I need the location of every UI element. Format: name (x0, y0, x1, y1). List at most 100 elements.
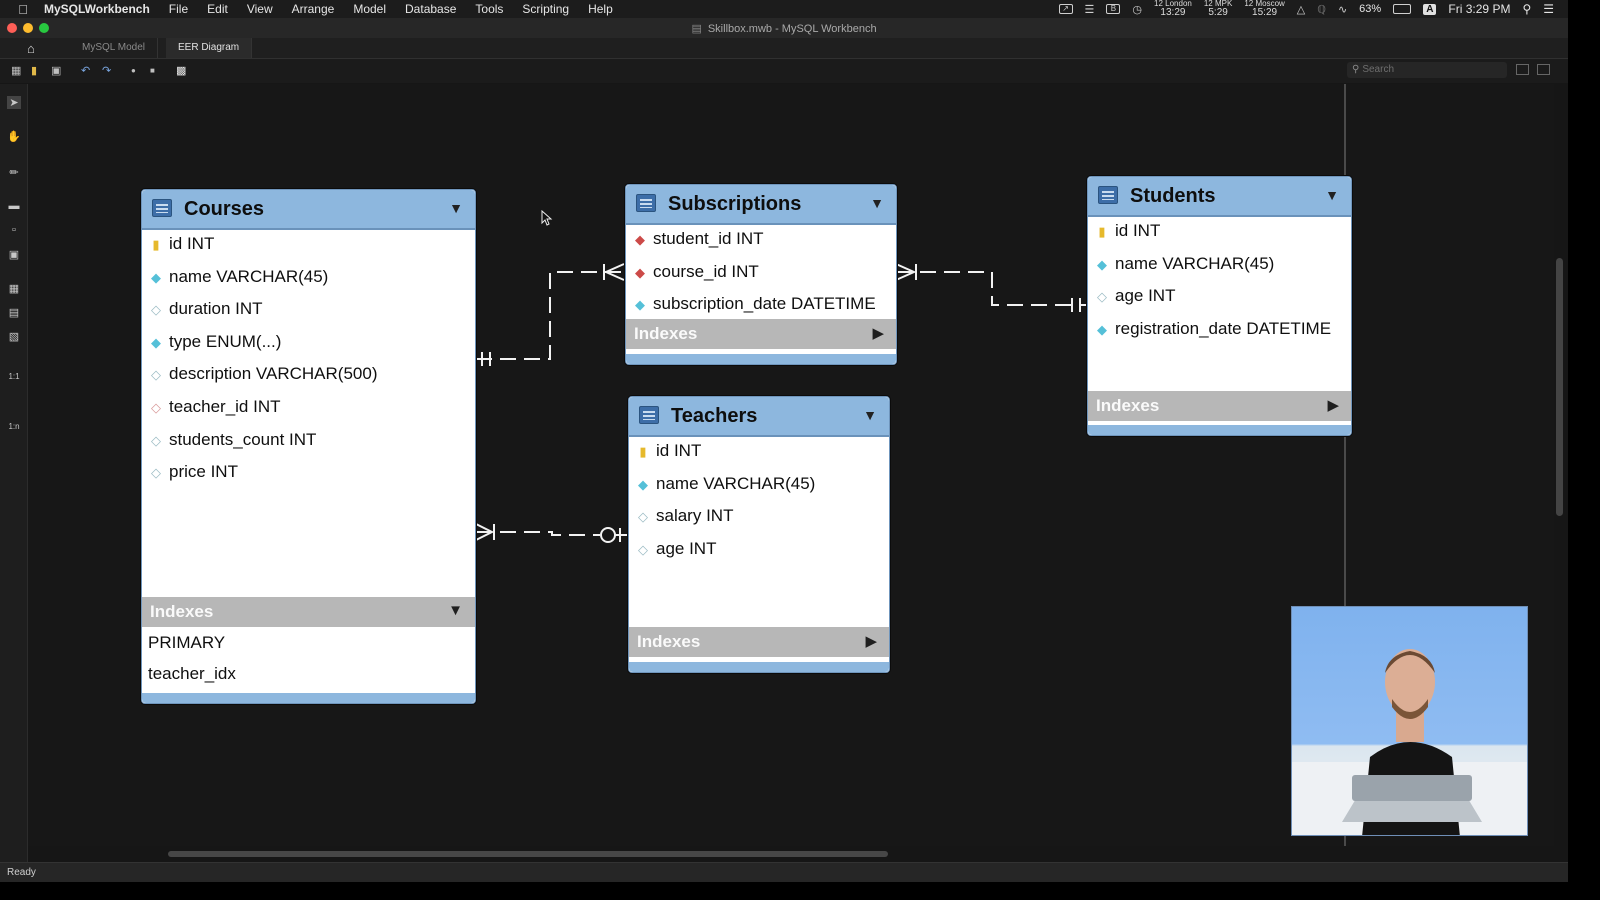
column-row[interactable]: ◆ name VARCHAR(45) (150, 262, 328, 292)
tab-eer-diagram[interactable]: EER Diagram (166, 38, 253, 58)
save-icon[interactable]: ▣ (51, 64, 61, 77)
clock-mpk[interactable]: 12 MPK 5:29 (1204, 0, 1232, 18)
pointer-tool-icon[interactable]: ➤ (7, 96, 21, 109)
note-tool-icon[interactable]: ▫ (7, 224, 21, 236)
collapse-arrow-icon[interactable]: ▼ (448, 602, 463, 619)
notification-center-icon[interactable]: ☰ (1543, 2, 1554, 16)
timer-icon[interactable]: ◷ (1132, 3, 1142, 16)
wifi-icon[interactable]: ∿ (1338, 3, 1347, 16)
column-row[interactable]: ◇ students_count INT (150, 425, 316, 455)
menu-database[interactable]: Database (405, 2, 456, 16)
airplay-icon[interactable]: △ (1297, 3, 1305, 16)
column-row[interactable]: ◇ teacher_id INT (150, 392, 281, 422)
menu-edit[interactable]: Edit (207, 2, 228, 16)
column-row[interactable]: ◇ description VARCHAR(500) (150, 359, 377, 389)
battery-icon[interactable] (1393, 4, 1412, 14)
column-row[interactable]: ◆ name VARCHAR(45) (1096, 249, 1274, 279)
screen-icon[interactable]: ↗ (1058, 4, 1073, 14)
new-document-icon[interactable]: ▦ (11, 64, 21, 77)
indexes-section-header[interactable]: Indexes ▶ (626, 319, 896, 349)
toggle-secondary-sidebar-icon[interactable] (1537, 64, 1550, 75)
table-icon (636, 194, 656, 212)
column-row[interactable]: ◆ name VARCHAR(45) (637, 469, 815, 499)
indexes-section-header[interactable]: Indexes ▶ (1088, 391, 1351, 421)
column-row[interactable]: ◇ age INT (1096, 281, 1175, 311)
horizontal-scrollbar[interactable] (168, 851, 888, 857)
collapse-arrow-icon[interactable]: ▼ (1325, 187, 1339, 203)
column-row[interactable]: ◆ course_id INT (634, 257, 759, 287)
menu-model[interactable]: Model (353, 2, 386, 16)
indexes-section-header[interactable]: Indexes ▶ (629, 627, 889, 657)
column-row[interactable]: ◇ price INT (150, 457, 238, 487)
expand-arrow-icon[interactable]: ▶ (872, 324, 884, 342)
menubar-datetime[interactable]: Fri 3:29 PM (1448, 2, 1510, 16)
menu-view[interactable]: View (247, 2, 273, 16)
open-folder-icon[interactable]: ▮ (31, 64, 37, 77)
bluetooth-icon[interactable]: ℚ (1317, 3, 1326, 16)
table-tool-icon[interactable]: ▦ (7, 282, 21, 295)
relationship-1-1-icon[interactable]: 1:1 (7, 372, 21, 381)
undo-icon[interactable]: ↶ (81, 64, 90, 77)
index-row[interactable]: PRIMARY (148, 628, 225, 658)
column-row[interactable]: ◆ type ENUM(...) (150, 327, 281, 357)
toggle-sidebar-icon[interactable] (1516, 64, 1529, 75)
spotlight-icon[interactable]: ⚲ (1522, 2, 1531, 16)
table-header[interactable]: Courses ▼ (142, 190, 475, 230)
column-row[interactable]: ◇ salary INT (637, 501, 733, 531)
column-row[interactable]: ◆ registration_date DATETIME (1096, 314, 1331, 344)
expand-arrow-icon[interactable]: ▶ (1327, 396, 1339, 414)
primary-key-icon: ▮ (152, 236, 160, 252)
apple-icon[interactable]:  (16, 2, 30, 17)
clock-london[interactable]: 12 London 13:29 (1154, 0, 1192, 18)
vertical-scrollbar[interactable] (1556, 258, 1563, 516)
table-subscriptions[interactable]: Subscriptions ▼ ◆ student_id INT ◆ course_… (625, 184, 897, 365)
collapse-arrow-icon[interactable]: ▼ (863, 407, 877, 423)
column-row[interactable]: ◇ age INT (637, 534, 716, 564)
align-icon[interactable]: ■ (150, 66, 155, 75)
column-row[interactable]: ▮ id INT (150, 229, 214, 259)
clock-moscow[interactable]: 12 Moscow 15:29 (1244, 0, 1284, 18)
expand-arrow-icon[interactable]: ▶ (865, 632, 877, 650)
menu-scripting[interactable]: Scripting (522, 2, 569, 16)
table-teachers[interactable]: Teachers ▼ ▮ id INT ◆ name VARCHAR(45) ◇ sa… (628, 396, 890, 673)
collapse-arrow-icon[interactable]: ▼ (449, 200, 463, 216)
battery-percent[interactable]: 63% (1359, 3, 1381, 15)
column-row[interactable]: ▮ id INT (637, 436, 701, 466)
home-icon[interactable]: ⌂ (27, 41, 35, 56)
layer-tool-icon[interactable]: ▬ (7, 200, 21, 212)
toggle-grid-icon[interactable]: ● (131, 66, 136, 75)
menu-file[interactable]: File (169, 2, 188, 16)
export-icon[interactable]: ▩ (176, 64, 186, 77)
bt-app-icon[interactable]: B (1106, 4, 1121, 14)
view-tool-icon[interactable]: ▤ (7, 306, 21, 319)
relationship-1-n-icon[interactable]: 1:n (7, 422, 21, 431)
column-row[interactable]: ◆ subscription_date DATETIME (634, 289, 876, 319)
image-tool-icon[interactable]: ▣ (7, 248, 21, 261)
input-source[interactable]: A (1423, 3, 1437, 15)
table-header[interactable]: Students ▼ (1088, 177, 1351, 217)
column-row[interactable]: ◆ student_id INT (634, 224, 764, 254)
table-courses[interactable]: Courses ▼ ▮ id INT ◆ name VARCHAR(45) ◇ dur… (141, 189, 476, 704)
table-header[interactable]: Teachers ▼ (629, 397, 889, 437)
index-row[interactable]: teacher_idx (148, 659, 236, 689)
tab-mysql-model[interactable]: MySQL Model (70, 38, 158, 58)
redo-icon[interactable]: ↷ (102, 64, 111, 77)
column-row[interactable]: ◇ duration INT (150, 294, 263, 324)
table-header[interactable]: Subscriptions ▼ (626, 185, 896, 225)
table-footer (1088, 425, 1351, 435)
indexes-section-header[interactable]: Indexes ▼ (142, 597, 475, 627)
menu-help[interactable]: Help (588, 2, 613, 16)
eraser-tool-icon[interactable]: ✏ (7, 166, 21, 179)
menu-arrange[interactable]: Arrange (292, 2, 335, 16)
tab-bar: ⌂ MySQL Model EER Diagram (0, 38, 1568, 59)
routine-tool-icon[interactable]: ▧ (7, 330, 21, 343)
column-row[interactable]: ▮ id INT (1096, 216, 1160, 246)
docker-icon[interactable]: ☰ (1085, 3, 1095, 16)
table-students[interactable]: Students ▼ ▮ id INT ◆ name VARCHAR(45) ◇ ag… (1087, 176, 1352, 436)
menu-app-name[interactable]: MySQLWorkbench (44, 2, 150, 16)
status-bar: Ready (0, 862, 1568, 882)
hand-tool-icon[interactable]: ✋ (7, 130, 21, 143)
search-input[interactable]: ⚲ Search (1347, 62, 1507, 78)
collapse-arrow-icon[interactable]: ▼ (870, 195, 884, 211)
menu-tools[interactable]: Tools (475, 2, 503, 16)
